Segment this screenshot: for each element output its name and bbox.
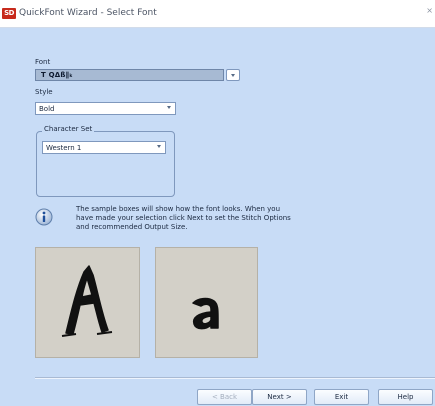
app-logo: SD bbox=[2, 8, 16, 19]
font-select[interactable]: T QΔß∥ₖ bbox=[35, 69, 240, 81]
font-select-dropdown-button[interactable] bbox=[226, 69, 240, 81]
chevron-down-icon bbox=[157, 145, 161, 148]
character-set-label: Character Set bbox=[42, 125, 95, 134]
window-title: QuickFont Wizard - Select Font bbox=[19, 8, 157, 18]
font-select-field[interactable]: T QΔß∥ₖ bbox=[35, 69, 224, 81]
help-button[interactable]: Help bbox=[378, 389, 433, 405]
chevron-down-icon bbox=[167, 106, 171, 109]
title-bar: SD QuickFont Wizard - Select Font × bbox=[0, 0, 435, 28]
close-icon[interactable]: × bbox=[426, 6, 433, 15]
sample-box-lowercase: a bbox=[155, 247, 258, 358]
sample-box-uppercase: A bbox=[35, 247, 140, 358]
next-button[interactable]: Next > bbox=[252, 389, 307, 405]
chevron-down-icon bbox=[231, 74, 235, 77]
style-label: Style bbox=[35, 88, 53, 96]
back-button[interactable]: < Back bbox=[197, 389, 252, 405]
style-select[interactable]: Bold bbox=[35, 102, 176, 115]
font-select-value: T QΔß∥ₖ bbox=[41, 71, 73, 79]
exit-button[interactable]: Exit bbox=[314, 389, 369, 405]
font-label: Font bbox=[35, 58, 51, 66]
character-set-select[interactable]: Western 1 bbox=[42, 141, 166, 154]
info-message: The sample boxes will show how the font … bbox=[76, 205, 291, 231]
style-select-value: Bold bbox=[39, 105, 55, 113]
wizard-window: SD QuickFont Wizard - Select Font × Font… bbox=[0, 0, 435, 406]
character-set-value: Western 1 bbox=[46, 144, 82, 152]
footer-divider bbox=[35, 377, 435, 379]
info-icon bbox=[35, 208, 53, 226]
